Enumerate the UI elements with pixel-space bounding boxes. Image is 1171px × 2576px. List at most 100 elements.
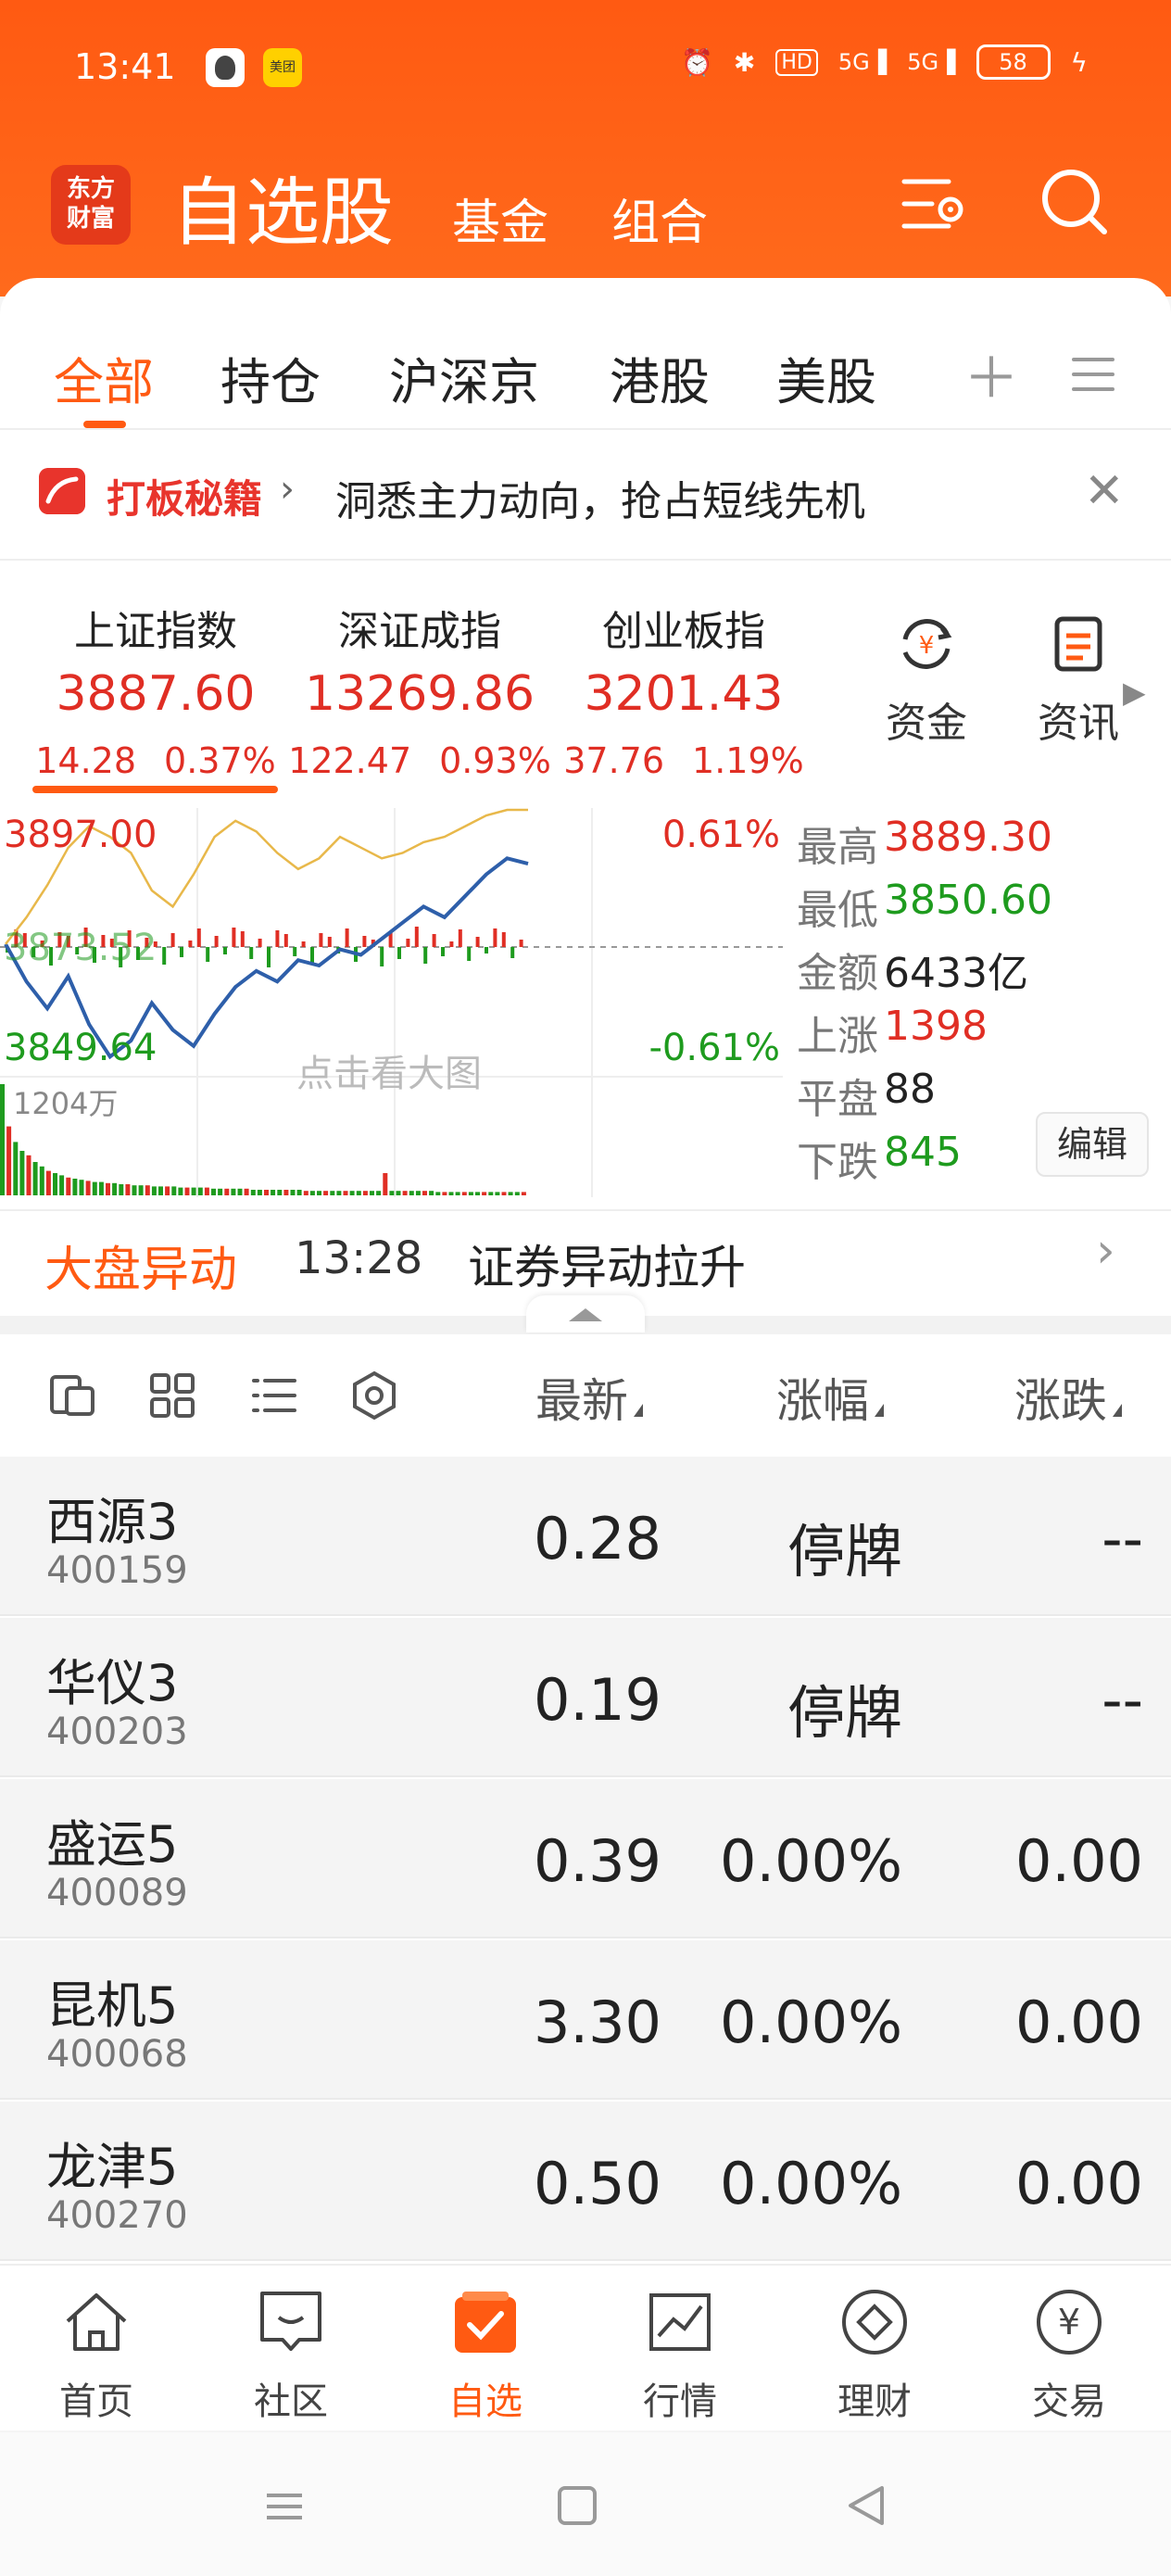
volume-bar (402, 1191, 408, 1195)
nav-home[interactable]: 首页 (22, 2284, 170, 2425)
nav-market[interactable]: 行情 (606, 2284, 754, 2425)
sort-icon (1113, 1404, 1122, 1417)
flow-bar (301, 941, 306, 947)
search-icon[interactable] (1038, 165, 1112, 239)
intraday-chart[interactable]: 3897.00 3873.52 3849.64 0.61% -0.61% 120… (0, 808, 783, 1197)
stock-name: 龙津5 (46, 2138, 179, 2196)
chart-volume-label: 1204万 (13, 1086, 118, 1121)
flow-bar (449, 941, 454, 947)
table-row[interactable]: 昆机5 400068 3.30 0.00% 0.00 (0, 1940, 1171, 2100)
active-tab-indicator (83, 421, 126, 428)
volume-bar (165, 1186, 170, 1195)
settings-icon[interactable] (899, 169, 969, 239)
flow-bar (240, 931, 245, 947)
column-latest[interactable]: 最新 (535, 1364, 643, 1431)
index-card-shanghai[interactable]: 上证指数 3887.60 14.28 0.37% (17, 598, 295, 781)
capital-flow-button[interactable]: ¥ 资金 (871, 612, 982, 749)
flow-bar (406, 939, 410, 947)
tab-all[interactable]: 全部 (54, 341, 154, 414)
volume-bar (290, 1190, 296, 1195)
volume-bar (184, 1187, 190, 1195)
volume-bar (521, 1192, 526, 1195)
table-row[interactable]: 华仪3 400203 0.19 停牌 -- (0, 1618, 1171, 1777)
list-view-icon[interactable] (248, 1370, 300, 1421)
nav-trade[interactable]: ¥ 交易 (995, 2284, 1143, 2425)
status-bar: 13:41 美团 ⏰ ✱ HD 5G▐ 5G▐ 58 ϟ (0, 0, 1171, 139)
stock-price: 0.50 (533, 2150, 661, 2217)
volume-bar (132, 1185, 137, 1195)
tab-sh-sz-bj[interactable]: 沪深京 (389, 341, 539, 414)
chart-icon (649, 2293, 711, 2351)
collapse-button[interactable] (526, 1295, 645, 1332)
table-row[interactable]: 龙津5 400270 0.50 0.00% 0.00 (0, 2102, 1171, 2261)
volume-bar (59, 1175, 65, 1195)
chevron-right-icon: › (280, 468, 295, 511)
stock-pct: 0.00% (720, 1827, 902, 1895)
tab-fund[interactable]: 基金 (452, 183, 548, 253)
column-label: 涨幅 (776, 1374, 869, 1428)
volume-bar (389, 1191, 395, 1195)
card-view-icon[interactable] (46, 1370, 98, 1421)
stock-chg: -- (1102, 1666, 1143, 1734)
table-row[interactable]: 西源3 400159 0.28 停牌 -- (0, 1457, 1171, 1616)
volume-bar (508, 1192, 513, 1195)
volume-bar (296, 1190, 302, 1195)
volume-bar (271, 1190, 276, 1195)
promo-brand: 打板秘籍 (107, 476, 263, 522)
battery-icon: 58 (976, 44, 1051, 80)
charging-icon: ϟ (1070, 46, 1088, 78)
stat-flat: 平盘 88 (797, 1066, 1052, 1129)
volume-bar (98, 1181, 104, 1195)
stock-pct: 0.00% (720, 1989, 902, 2056)
tab-us[interactable]: 美股 (776, 341, 876, 414)
flow-bar (475, 937, 480, 947)
menu-icon[interactable] (1070, 356, 1116, 393)
flow-bar (519, 940, 523, 947)
column-pct[interactable]: 涨幅 (776, 1364, 884, 1431)
table-row[interactable]: 盛运5 400089 0.39 0.00% 0.00 (0, 1779, 1171, 1938)
volume-bar (85, 1181, 91, 1195)
alert-title: 大盘异动 (44, 1243, 238, 1298)
stock-code: 400270 (46, 2194, 188, 2237)
flow-bar (397, 947, 401, 959)
index-value: 3201.43 (584, 666, 784, 722)
nav-community[interactable]: 社区 (217, 2284, 365, 2425)
stock-code: 400089 (46, 1872, 188, 1914)
close-icon[interactable]: ✕ (1084, 463, 1125, 519)
index-change-row: 122.47 0.93% (281, 740, 559, 781)
add-tab-icon[interactable]: ＋ (963, 334, 1019, 414)
volume-bar (6, 1126, 12, 1195)
flow-bar (362, 936, 367, 947)
volume-bar (106, 1182, 110, 1195)
tab-portfolio[interactable]: 组合 (611, 183, 708, 253)
index-card-shenzhen[interactable]: 深证成指 13269.86 122.47 0.93% (281, 598, 559, 781)
chart-hint: 点击看大图 (296, 1053, 482, 1095)
column-chg[interactable]: 涨跌 (1014, 1364, 1122, 1431)
promo-logo-icon (39, 468, 85, 514)
edit-button[interactable]: 编辑 (1036, 1112, 1149, 1177)
stock-chg: -- (1102, 1505, 1143, 1572)
flow-bar (485, 947, 488, 953)
nav-watchlist[interactable]: 自选 (411, 2284, 560, 2425)
chevron-right-icon[interactable]: › (1096, 1223, 1115, 1279)
volume-bar (409, 1191, 414, 1195)
news-button[interactable]: 资讯 (1023, 612, 1134, 749)
tab-hk[interactable]: 港股 (610, 341, 710, 414)
volume-bar (514, 1192, 520, 1195)
volume-bar (277, 1190, 283, 1195)
index-card-chinext[interactable]: 创业板指 3201.43 37.76 1.19% (545, 598, 823, 781)
flow-bar (458, 929, 462, 947)
flow-bar (267, 947, 271, 967)
volume-bar (66, 1177, 71, 1195)
index-value: 13269.86 (304, 666, 535, 722)
scroll-right-icon[interactable]: ▶ (1123, 675, 1146, 710)
tab-holdings[interactable]: 持仓 (220, 341, 321, 414)
volume-bar (488, 1192, 494, 1195)
volume-bar (45, 1170, 51, 1195)
nav-wealth[interactable]: 理财 (800, 2284, 949, 2425)
alert-text: 证券异动拉升 (468, 1241, 746, 1294)
chart-high-label: 3897.00 (4, 814, 157, 856)
page-title[interactable]: 自选股 (171, 153, 394, 260)
settings-ring-icon[interactable] (348, 1370, 400, 1421)
grid-view-icon[interactable] (146, 1370, 198, 1421)
